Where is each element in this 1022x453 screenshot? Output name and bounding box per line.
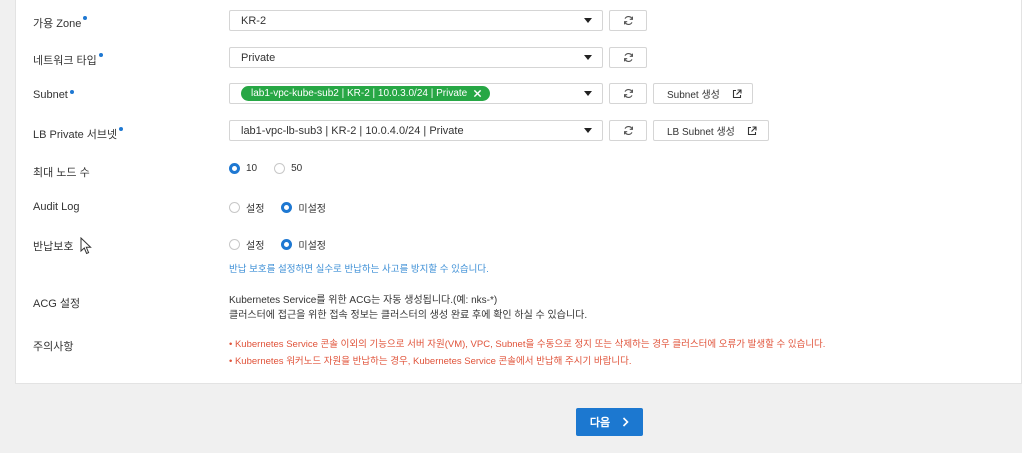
required-dot — [119, 127, 124, 131]
radio-label: 10 — [246, 163, 258, 174]
network-type-row: 네트워크 타입 Private — [16, 47, 1021, 68]
radio-unchecked-icon — [274, 163, 286, 174]
form-panel: 가용 Zone KR-2 네트워크 타입 Private Subnet lab1… — [15, 0, 1022, 384]
subnet-refresh-button[interactable] — [609, 83, 647, 104]
max-nodes-option-50[interactable]: 50 — [274, 163, 302, 174]
chevron-right-icon — [623, 417, 629, 427]
max-nodes-label: 최대 노드 수 — [33, 167, 90, 179]
acg-label: ACG 설정 — [33, 298, 81, 310]
radio-checked-icon — [229, 163, 240, 174]
subnet-tag: lab1-vpc-kube-sub2 | KR-2 | 10.0.3.0/24 … — [241, 86, 491, 101]
radio-label: 설정 — [246, 204, 265, 215]
next-button-label: 다음 — [589, 417, 611, 429]
radio-checked-icon — [281, 239, 293, 250]
acg-row: ACG 설정 Kubernetes Service를 위한 ACG는 자동 생성… — [16, 293, 1021, 325]
zone-row: 가용 Zone KR-2 — [16, 10, 1021, 31]
zone-refresh-button[interactable] — [609, 10, 647, 31]
radio-label: 미설정 — [298, 204, 327, 215]
next-button[interactable]: 다음 — [576, 408, 643, 436]
lb-subnet-value: lab1-vpc-lb-sub3 | KR-2 | 10.0.4.0/24 | … — [241, 125, 464, 137]
network-type-refresh-button[interactable] — [609, 47, 647, 68]
chevron-down-icon — [584, 55, 592, 60]
chevron-down-icon — [584, 91, 592, 96]
subnet-select[interactable]: lab1-vpc-kube-sub2 | KR-2 | 10.0.3.0/24 … — [229, 83, 603, 104]
zone-label: 가용 Zone — [33, 15, 88, 31]
chevron-down-icon — [584, 128, 592, 133]
max-nodes-radio-group: 10 50 — [229, 163, 319, 174]
subnet-create-label: Subnet 생성 — [667, 90, 720, 101]
refresh-icon — [623, 126, 633, 135]
radio-checked-icon — [281, 202, 293, 213]
network-type-select[interactable]: Private — [229, 47, 603, 68]
refresh-icon — [623, 89, 633, 98]
zone-value: KR-2 — [241, 15, 267, 27]
max-nodes-row: 최대 노드 수 10 50 — [16, 162, 1021, 179]
lb-subnet-row: LB Private 서브넷 lab1-vpc-lb-sub3 | KR-2 |… — [16, 120, 1021, 141]
required-dot — [83, 16, 88, 20]
refresh-icon — [623, 53, 633, 62]
radio-unchecked-icon — [229, 202, 240, 213]
lb-subnet-create-label: LB Subnet 생성 — [667, 127, 735, 138]
return-protection-option-off[interactable]: 미설정 — [281, 237, 326, 252]
audit-log-radio-group: 설정 미설정 — [229, 200, 343, 215]
audit-log-option-off[interactable]: 미설정 — [281, 200, 326, 215]
required-dot — [98, 53, 103, 57]
close-icon[interactable] — [473, 89, 482, 98]
required-dot — [69, 90, 74, 94]
audit-log-row: Audit Log 설정 미설정 — [16, 199, 1021, 215]
acg-description-2: 클러스터에 접근을 위한 접속 정보는 클러스터의 생성 완료 후에 확인 하실… — [229, 310, 588, 321]
refresh-icon — [623, 16, 633, 25]
lb-subnet-label: LB Private 서브넷 — [33, 126, 124, 142]
lb-subnet-refresh-button[interactable] — [609, 120, 647, 141]
notes-row: 주의사항 • Kubernetes Service 콘솔 이외의 기능으로 서버… — [16, 336, 1021, 370]
chevron-down-icon — [584, 18, 592, 23]
lb-subnet-create-button[interactable]: LB Subnet 생성 — [653, 120, 769, 141]
external-link-icon — [732, 88, 742, 98]
return-protection-row: 반납보호 설정 미설정 반납 보호를 설정하면 실수로 반납하는 사고를 방지할… — [16, 236, 1021, 276]
subnet-row: Subnet lab1-vpc-kube-sub2 | KR-2 | 10.0.… — [16, 83, 1021, 104]
radio-label: 설정 — [246, 241, 265, 252]
network-type-value: Private — [241, 52, 276, 64]
notes-item-1: • Kubernetes Service 콘솔 이외의 기능으로 서버 자원(V… — [229, 339, 826, 350]
subnet-tag-label: lab1-vpc-kube-sub2 | KR-2 | 10.0.3.0/24 … — [251, 88, 468, 99]
mouse-cursor-icon — [80, 237, 92, 255]
return-protection-option-on[interactable]: 설정 — [229, 237, 264, 252]
return-protection-label: 반납보호 — [33, 241, 74, 253]
radio-label: 50 — [291, 163, 303, 174]
subnet-label: Subnet — [33, 89, 74, 101]
external-link-icon — [747, 125, 757, 135]
return-protection-radio-group: 설정 미설정 — [229, 237, 343, 252]
max-nodes-option-10[interactable]: 10 — [229, 163, 257, 174]
acg-description-1: Kubernetes Service를 위한 ACG는 자동 생성됩니다.(예:… — [229, 295, 498, 306]
radio-label: 미설정 — [298, 241, 327, 252]
radio-unchecked-icon — [229, 239, 240, 250]
network-type-label: 네트워크 타입 — [33, 52, 103, 68]
notes-item-2: • Kubernetes 워커노드 자원을 반납하는 경우, Kubernete… — [229, 356, 632, 367]
notes-label: 주의사항 — [33, 341, 74, 353]
zone-select[interactable]: KR-2 — [229, 10, 603, 31]
audit-log-label: Audit Log — [33, 201, 80, 213]
lb-subnet-select[interactable]: lab1-vpc-lb-sub3 | KR-2 | 10.0.4.0/24 | … — [229, 120, 603, 141]
audit-log-option-on[interactable]: 설정 — [229, 200, 264, 215]
return-protection-hint: 반납 보호를 설정하면 실수로 반납하는 사고를 방지할 수 있습니다. — [229, 264, 489, 275]
subnet-create-button[interactable]: Subnet 생성 — [653, 83, 753, 104]
